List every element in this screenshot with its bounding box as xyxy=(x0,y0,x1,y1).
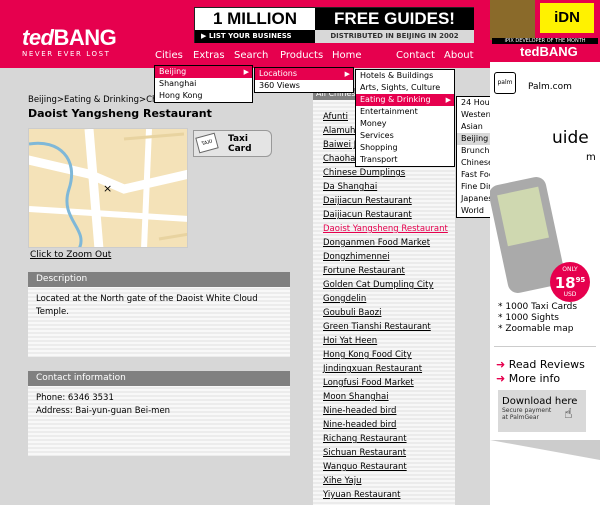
banner-list-business: ▶ LIST YOUR BUSINESS xyxy=(195,30,315,43)
menu-item-360-views[interactable]: 360 Views xyxy=(255,80,353,92)
ad-tedbang-logo: tedBANG xyxy=(520,44,578,59)
breadcrumb[interactable]: Beijing>Eating & Drinking>Chine xyxy=(28,95,170,105)
banner-free-guides: FREE GUIDES! xyxy=(315,8,474,30)
description-header: Description xyxy=(28,272,290,287)
feature-list: * 1000 Taxi Cards * 1000 Sights * Zoomab… xyxy=(498,302,578,334)
menu-item-transport[interactable]: Transport xyxy=(356,154,454,166)
tedbang-logo[interactable]: tedBANG xyxy=(22,25,117,51)
menu-item-money[interactable]: Money xyxy=(356,118,454,130)
list-item[interactable]: Alamuh xyxy=(323,126,355,136)
list-item[interactable]: Jindingxuan Restaurant xyxy=(323,364,422,374)
hand-cursor-icon: ☝ xyxy=(564,406,573,422)
taxi-card-button[interactable]: TAXI Taxi Card xyxy=(193,130,272,157)
arrow-right-icon: ➜ xyxy=(496,358,506,371)
menu-item-entertainment[interactable]: Entertainment xyxy=(356,106,454,118)
list-item[interactable]: Dongzhimennei xyxy=(323,252,390,262)
list-item[interactable]: Moon Shanghai xyxy=(323,392,389,402)
list-item[interactable]: Daijiacun Restaurant xyxy=(323,210,412,220)
menu-item-arts[interactable]: Arts, Sights, Culture xyxy=(356,82,454,94)
location-map[interactable]: × xyxy=(28,128,188,248)
chevron-right-icon: ▶ xyxy=(445,96,451,104)
chevron-right-icon: ▶ xyxy=(344,70,350,78)
nav-home[interactable]: Home xyxy=(332,50,362,61)
list-item[interactable]: Nine-headed bird xyxy=(323,420,396,430)
menu-item-shopping[interactable]: Shopping xyxy=(356,142,454,154)
list-item[interactable]: Hong Kong Food City xyxy=(323,350,412,360)
chevron-right-icon: ▶ xyxy=(243,68,249,76)
palm-ad[interactable]: iDN iPIX DEVELOPER OF THE MONTH tedBANG … xyxy=(490,0,600,505)
menu-item-beijing[interactable]: Beijing ▶ xyxy=(155,66,252,78)
list-item[interactable]: Daoist Yangsheng Restaurant xyxy=(323,224,448,234)
menu-item-services[interactable]: Services xyxy=(356,130,454,142)
list-item[interactable]: Green Tianshi Restaurant xyxy=(323,322,431,332)
list-item[interactable]: Baiwei J xyxy=(323,140,356,150)
list-item[interactable]: Chaoha xyxy=(323,154,355,164)
description-text: Located at the North gate of the Daoist … xyxy=(36,294,258,317)
nav-search[interactable]: Search xyxy=(234,50,268,61)
list-item[interactable]: Xihe Yaju xyxy=(323,476,361,486)
nav-contact[interactable]: Contact xyxy=(396,50,435,61)
nav-about[interactable]: About xyxy=(444,50,474,61)
palm-com[interactable]: Palm.com xyxy=(528,82,572,92)
contact-phone: Phone: 6346 3531 xyxy=(36,393,114,403)
list-item[interactable]: Fortune Restaurant xyxy=(323,266,405,276)
list-item[interactable]: Gongdelin xyxy=(323,294,366,304)
camera-image xyxy=(490,0,535,40)
arrow-right-icon: ➜ xyxy=(496,372,506,385)
divider xyxy=(494,346,596,347)
list-item[interactable]: Nine-headed bird xyxy=(323,406,396,416)
list-item[interactable]: Goubuli Baozi xyxy=(323,308,381,318)
svg-text:×: × xyxy=(103,182,112,195)
ad-m-text: m xyxy=(586,152,596,163)
taxi-icon: TAXI xyxy=(195,132,219,154)
nav-extras[interactable]: Extras xyxy=(193,50,225,61)
list-item[interactable]: Wanguo Restaurant xyxy=(323,462,407,472)
cities-menu: Beijing ▶ Shanghai Hong Kong xyxy=(154,65,253,103)
menu-item-hotels[interactable]: Hotels & Buildings xyxy=(356,70,454,82)
menu-item-eating[interactable]: Eating & Drinking ▶ xyxy=(356,94,454,106)
zoom-out-link[interactable]: Click to Zoom Out xyxy=(30,250,111,260)
ad-guide-text: uide xyxy=(552,128,589,148)
banner-million: 1 MILLION xyxy=(195,8,315,30)
idn-logo: iDN xyxy=(540,3,594,33)
list-item[interactable]: Yiyuan Restaurant xyxy=(323,490,401,500)
nav-products[interactable]: Products xyxy=(280,50,323,61)
nav-cities[interactable]: Cities xyxy=(155,50,183,61)
beijing-menu: Locations ▶ 360 Views xyxy=(254,67,354,93)
list-item[interactable]: Chinese Dumplings xyxy=(323,168,405,178)
description-panel: Description Located at the North gate of… xyxy=(28,272,290,357)
menu-item-shanghai[interactable]: Shanghai xyxy=(155,78,252,90)
list-item[interactable]: Da Shanghai xyxy=(323,182,377,192)
price-badge: ONLY 1895 USD xyxy=(550,262,590,302)
contact-address: Address: Bai-yun-guan Bei-men xyxy=(36,406,171,416)
list-item[interactable]: Donganmen Food Market xyxy=(323,238,430,248)
contact-panel: Contact information Phone: 6346 3531 Add… xyxy=(28,371,290,456)
banner-distributed: DISTRIBUTED IN BEIJING IN 2002 xyxy=(315,30,474,43)
list-item[interactable]: Sichuan Restaurant xyxy=(323,448,406,458)
read-reviews-link[interactable]: ➜ Read Reviews xyxy=(496,358,585,371)
tagline: NEVER EVER LOST xyxy=(22,50,111,58)
list-item[interactable]: Longfusi Food Market xyxy=(323,378,414,388)
list-item[interactable]: Hoi Yat Heen xyxy=(323,336,377,346)
locations-menu: Hotels & Buildings Arts, Sights, Culture… xyxy=(355,69,455,167)
taxi-card-label: Taxi Card xyxy=(228,134,252,154)
list-item[interactable]: Golden Cat Dumpling City xyxy=(323,280,434,290)
menu-item-hongkong[interactable]: Hong Kong xyxy=(155,90,252,102)
list-item[interactable]: Daijiacun Restaurant xyxy=(323,196,412,206)
palm-logo-icon: palm xyxy=(494,72,516,94)
contact-header: Contact information xyxy=(28,371,290,386)
ad-fold xyxy=(490,440,600,460)
page-title: Daoist Yangsheng Restaurant xyxy=(28,107,212,120)
promo-banner[interactable]: 1 MILLION FREE GUIDES! ▶ LIST YOUR BUSIN… xyxy=(194,7,474,43)
more-info-link[interactable]: ➜ More info xyxy=(496,372,560,385)
map-streets: × xyxy=(29,129,187,247)
menu-item-locations[interactable]: Locations ▶ xyxy=(255,68,353,80)
download-button[interactable]: Download here Secure payment at PalmGear… xyxy=(498,390,586,432)
list-item[interactable]: Richang Restaurant xyxy=(323,434,407,444)
list-item[interactable]: Afunti xyxy=(323,112,348,122)
